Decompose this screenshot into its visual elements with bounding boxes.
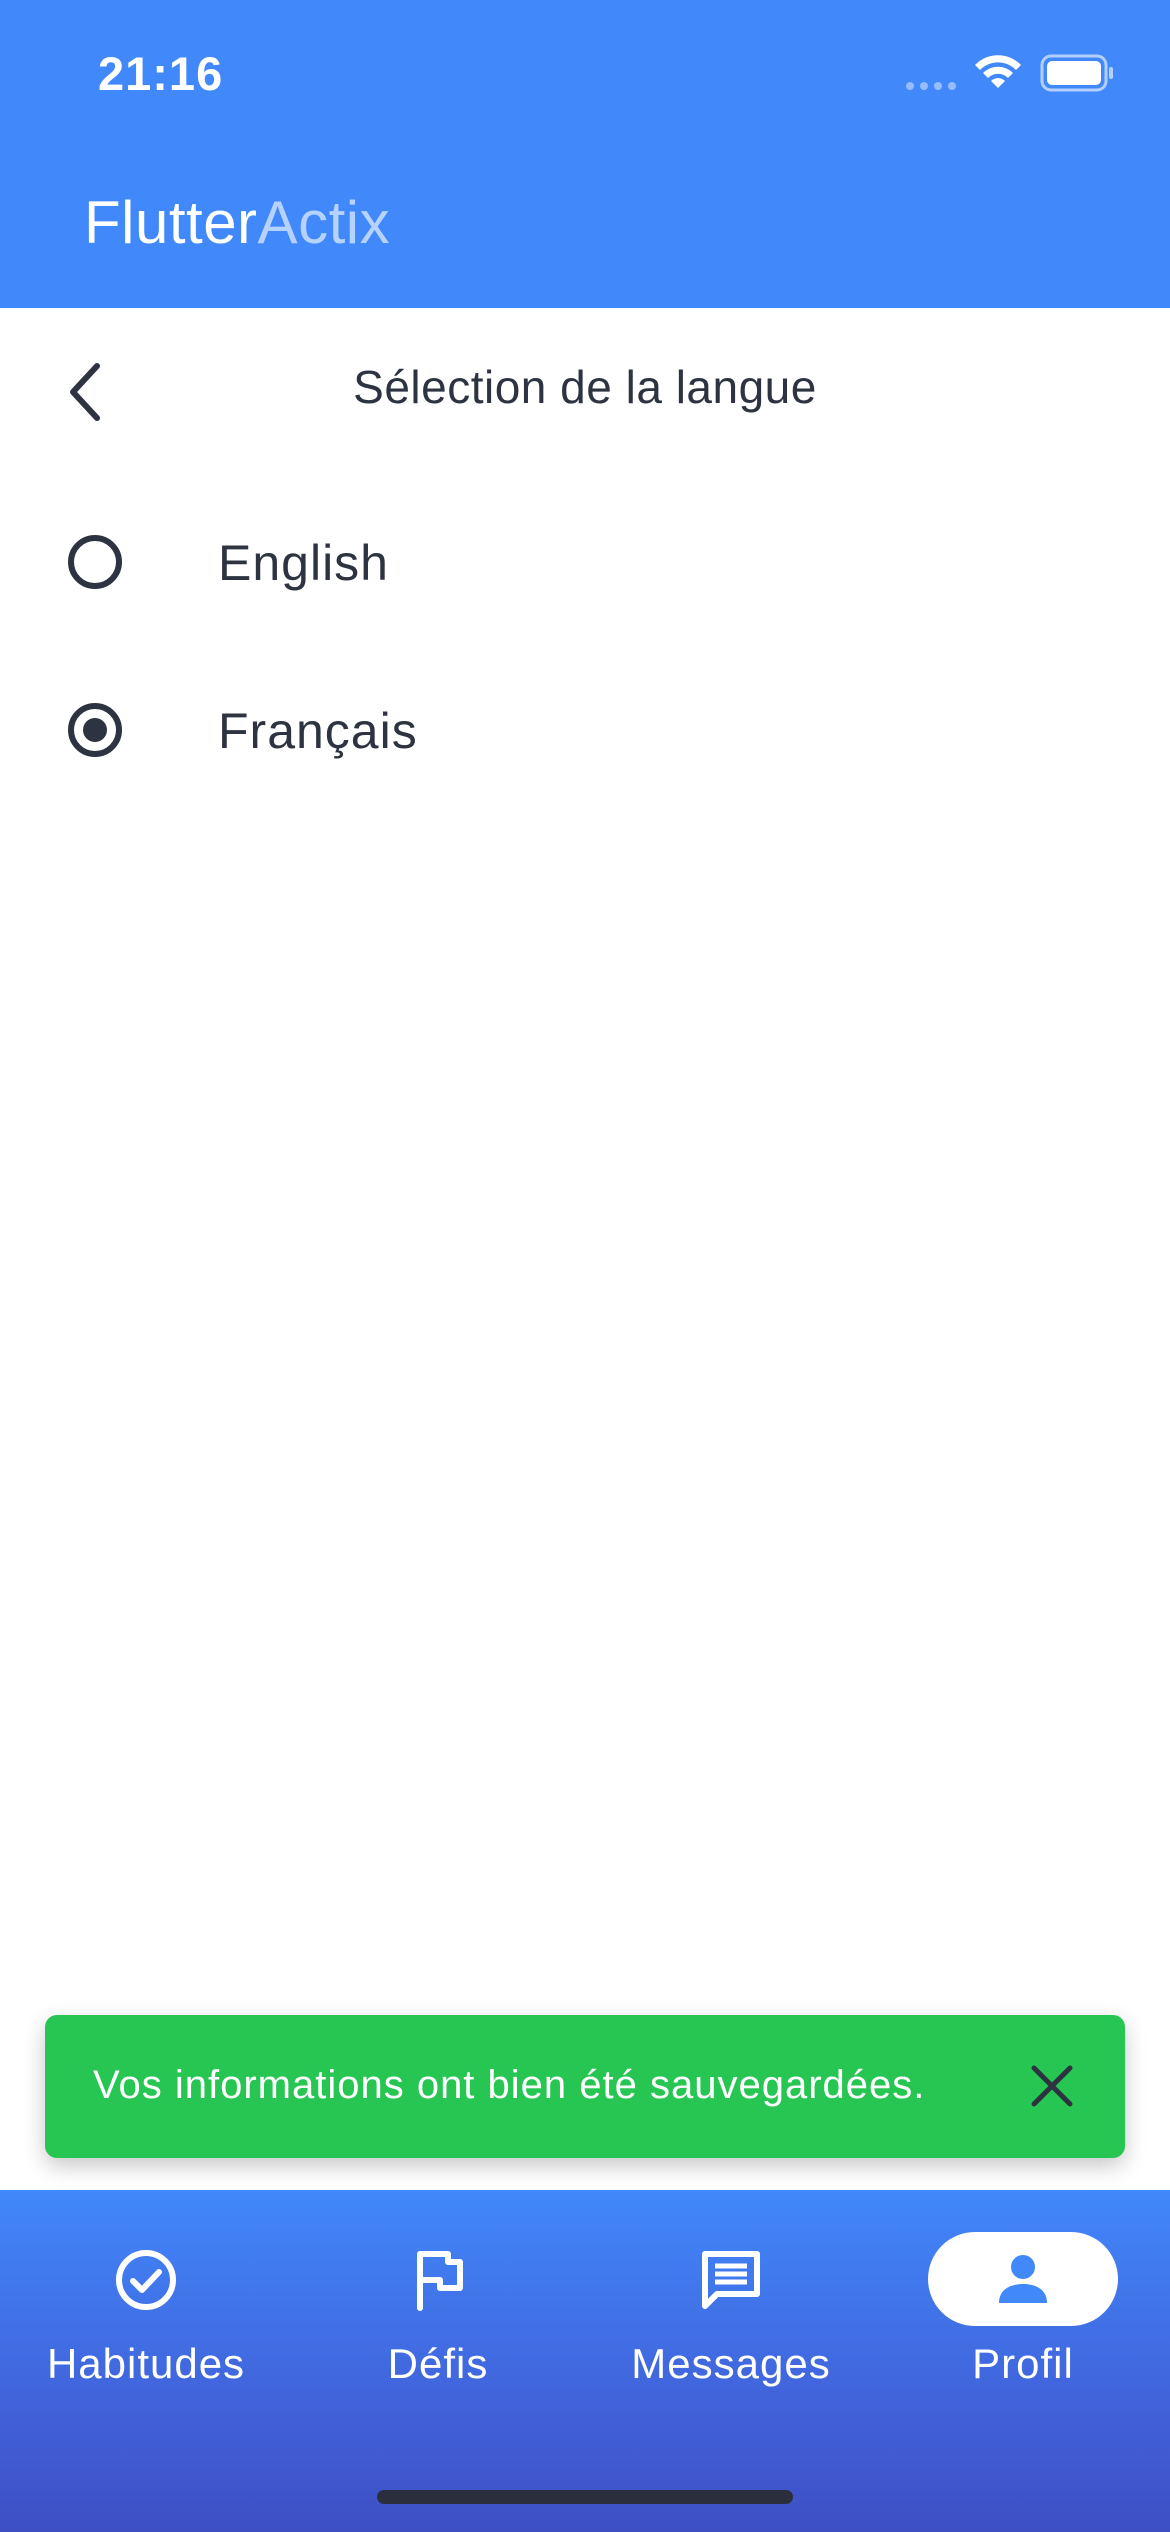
battery-icon: [1040, 54, 1113, 92]
nav-item-defis[interactable]: Défis: [292, 2190, 584, 2410]
status-time: 21:16: [98, 47, 224, 100]
snackbar: Vos informations ont bien été sauvegardé…: [45, 2015, 1125, 2158]
language-label-francais: Français: [218, 703, 418, 759]
nav-label-messages: Messages: [631, 2340, 831, 2387]
person-icon: [999, 2255, 1047, 2303]
language-option-english[interactable]: English: [0, 490, 1170, 630]
nav-item-profil[interactable]: Profil: [877, 2190, 1169, 2410]
screen: 21:16 FlutterActix Sélection de la langu…: [0, 0, 1170, 2532]
radio-selected-dot: [83, 718, 107, 742]
snackbar-message: Vos informations ont bien été sauvegardé…: [93, 2063, 926, 2107]
app-header: 21:16 FlutterActix: [0, 0, 1170, 308]
check-circle-icon: [110, 2244, 182, 2316]
message-icon: [695, 2244, 767, 2316]
close-icon: [1031, 2065, 1073, 2107]
snackbar-close-button[interactable]: [1020, 2054, 1084, 2118]
flag-icon: [402, 2244, 474, 2316]
language-label-english: English: [218, 535, 389, 591]
wifi-icon: [975, 55, 1021, 88]
language-option-francais[interactable]: Français: [0, 658, 1170, 798]
home-indicator: [377, 2490, 793, 2504]
nav-label-profil: Profil: [972, 2340, 1074, 2387]
app-title-flutter: Flutter: [84, 189, 258, 256]
nav-item-habitudes[interactable]: Habitudes: [0, 2190, 292, 2410]
app-title: FlutterActix: [84, 188, 390, 257]
radio-francais[interactable]: [68, 703, 122, 757]
cellular-signal-icon: [906, 82, 956, 90]
nav-label-habitudes: Habitudes: [46, 2340, 246, 2387]
radio-english[interactable]: [68, 535, 122, 589]
page-title: Sélection de la langue: [353, 361, 817, 413]
bottom-navigation: Habitudes Défis Messages Profil: [0, 2190, 1170, 2532]
nav-item-messages[interactable]: Messages: [585, 2190, 877, 2410]
active-indicator: [928, 2232, 1118, 2326]
app-title-actix: Actix: [257, 189, 391, 256]
nav-label-defis: Défis: [387, 2340, 489, 2387]
